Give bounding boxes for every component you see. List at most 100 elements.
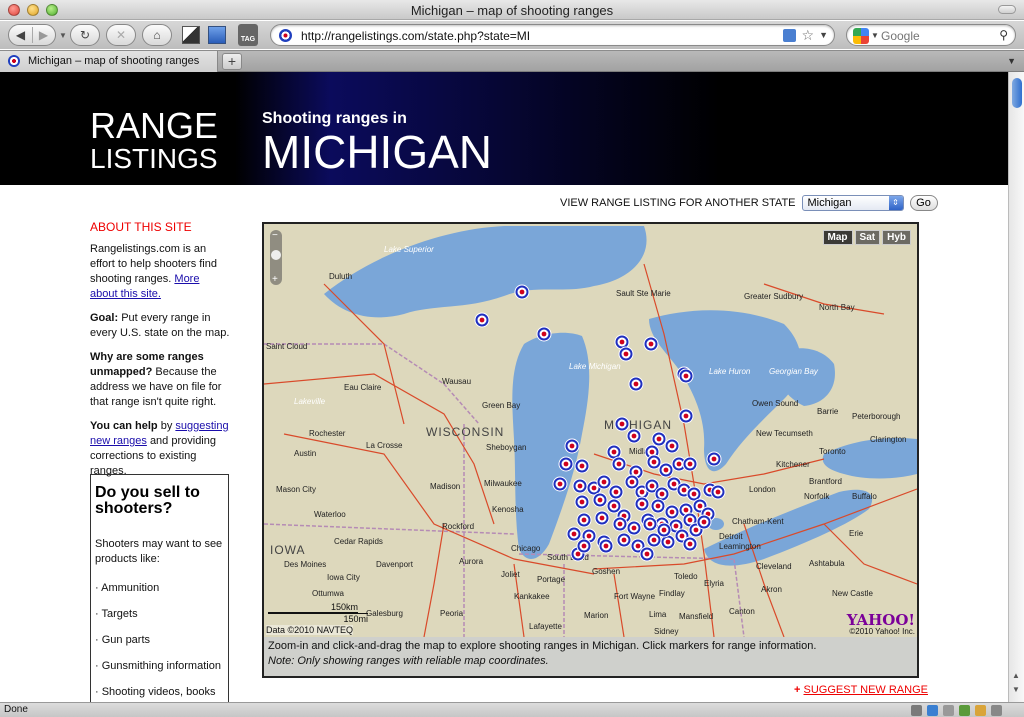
url-text[interactable]: http://rangelistings.com/state.php?state…	[301, 29, 530, 43]
range-marker[interactable]	[576, 512, 592, 528]
map-place-label: Waterloo	[314, 510, 346, 519]
range-marker[interactable]	[514, 284, 530, 300]
range-marker[interactable]	[678, 408, 694, 424]
status-shield-icon[interactable]	[959, 705, 970, 716]
address-bar[interactable]: http://rangelistings.com/state.php?state…	[270, 24, 835, 46]
range-marker[interactable]	[664, 504, 680, 520]
zoom-slider-handle[interactable]	[271, 250, 281, 260]
map-place-label: Peoria	[440, 609, 464, 618]
status-icons	[911, 705, 1002, 716]
map-zoom-control[interactable]: − +	[270, 230, 282, 285]
range-marker[interactable]	[678, 368, 694, 384]
status-mail-icon[interactable]	[943, 705, 954, 716]
logo-listings[interactable]: LISTINGS	[90, 144, 218, 174]
status-weather-icon[interactable]	[975, 705, 986, 716]
page-scrollbar[interactable]: ▲ ▼	[1008, 72, 1024, 702]
map-scale-bar: 150km 150mi	[268, 602, 368, 624]
tab-list-dropdown-icon[interactable]: ▼	[1007, 56, 1016, 66]
range-marker[interactable]	[552, 476, 568, 492]
range-marker[interactable]	[566, 526, 582, 542]
map-type-sat-button[interactable]: Sat	[854, 230, 881, 245]
range-marker[interactable]	[474, 312, 490, 328]
map-place-label: Marion	[584, 611, 608, 620]
range-marker[interactable]	[536, 326, 552, 342]
range-marker[interactable]	[651, 431, 667, 447]
range-marker[interactable]	[656, 522, 672, 538]
url-dropdown-icon[interactable]: ▼	[819, 30, 828, 40]
map-type-hyb-button[interactable]: Hyb	[882, 230, 911, 245]
logo-range[interactable]: RANGE	[90, 108, 218, 144]
range-marker[interactable]	[608, 484, 624, 500]
range-marker[interactable]	[598, 538, 614, 554]
range-marker[interactable]	[696, 514, 712, 530]
range-marker[interactable]	[682, 456, 698, 472]
reload-button[interactable]: ↻	[70, 24, 100, 46]
suggest-new-range-link[interactable]: + SUGGEST NEW RANGE	[794, 684, 928, 696]
range-marker[interactable]	[628, 376, 644, 392]
range-marker[interactable]	[646, 454, 662, 470]
bookmark-star-icon[interactable]: ☆	[801, 27, 814, 44]
zoom-out-icon[interactable]: −	[272, 230, 278, 241]
google-icon[interactable]	[853, 28, 869, 44]
range-marker[interactable]	[682, 536, 698, 552]
map-place-label: Rockford	[442, 522, 474, 531]
bookmark-icon[interactable]	[208, 26, 226, 44]
range-marker[interactable]	[626, 520, 642, 536]
map-place-label: Akron	[761, 585, 782, 594]
range-marker[interactable]	[572, 478, 588, 494]
toolbar-toggle-button[interactable]	[998, 5, 1016, 14]
range-marker[interactable]	[642, 516, 658, 532]
range-marker[interactable]	[611, 456, 627, 472]
range-marker[interactable]	[706, 451, 722, 467]
range-marker[interactable]	[574, 458, 590, 474]
scroll-down-icon[interactable]: ▼	[1012, 685, 1020, 694]
rss-feed-icon[interactable]	[783, 29, 796, 42]
status-snowflake-icon[interactable]	[927, 705, 938, 716]
bookmarklet-icon[interactable]	[182, 26, 200, 44]
tab-favicon-icon	[8, 55, 20, 67]
state-select[interactable]: Michigan ⇕	[801, 195, 904, 211]
back-arrow-icon[interactable]: ◀	[9, 28, 32, 42]
forward-arrow-icon[interactable]: ▶	[32, 28, 55, 42]
history-dropdown-icon[interactable]: ▼	[59, 31, 67, 40]
stop-button[interactable]: ✕	[106, 24, 136, 46]
range-marker[interactable]	[574, 494, 590, 510]
range-map[interactable]: Lake Superior Lake Michigan Lake Huron Geor…	[264, 224, 917, 637]
range-marker[interactable]	[643, 336, 659, 352]
range-marker[interactable]	[626, 428, 642, 444]
range-marker[interactable]	[634, 496, 650, 512]
status-addon-icon[interactable]	[911, 705, 922, 716]
go-button[interactable]: Go	[909, 195, 938, 211]
range-marker[interactable]	[596, 474, 612, 490]
range-marker[interactable]	[650, 498, 666, 514]
range-marker[interactable]	[639, 546, 655, 562]
search-icon[interactable]: ⚲	[999, 28, 1008, 42]
range-marker[interactable]	[664, 438, 680, 454]
search-engine-dropdown-icon[interactable]: ▼	[871, 31, 879, 40]
tag-icon[interactable]: TAG	[238, 24, 258, 46]
tab-michigan[interactable]: Michigan – map of shooting ranges	[0, 51, 218, 72]
map-place-label: Brantford	[809, 477, 842, 486]
map-canvas[interactable]: Lake Superior Lake Michigan Lake Huron Geor…	[264, 224, 917, 637]
scroll-up-icon[interactable]: ▲	[1012, 671, 1020, 680]
range-marker[interactable]	[594, 510, 610, 526]
range-marker[interactable]	[658, 462, 674, 478]
range-marker[interactable]	[558, 456, 574, 472]
range-marker[interactable]	[618, 346, 634, 362]
scrollbar-thumb[interactable]	[1012, 78, 1022, 108]
range-marker[interactable]	[612, 516, 628, 532]
range-marker[interactable]	[576, 538, 592, 554]
map-type-map-button[interactable]: Map	[822, 230, 853, 245]
status-mouse-icon[interactable]	[991, 705, 1002, 716]
search-input[interactable]	[881, 28, 991, 43]
range-marker[interactable]	[592, 492, 608, 508]
range-marker[interactable]	[614, 416, 630, 432]
search-bar[interactable]: ▼ ⚲	[846, 24, 1016, 46]
range-marker[interactable]	[564, 438, 580, 454]
map-caption-note: Note: Only showing ranges with reliable …	[268, 655, 549, 667]
home-button[interactable]: ⌂	[142, 24, 172, 46]
range-marker[interactable]	[710, 484, 726, 500]
range-marker[interactable]	[616, 532, 632, 548]
zoom-in-icon[interactable]: +	[272, 274, 278, 285]
new-tab-button[interactable]: +	[222, 53, 242, 70]
